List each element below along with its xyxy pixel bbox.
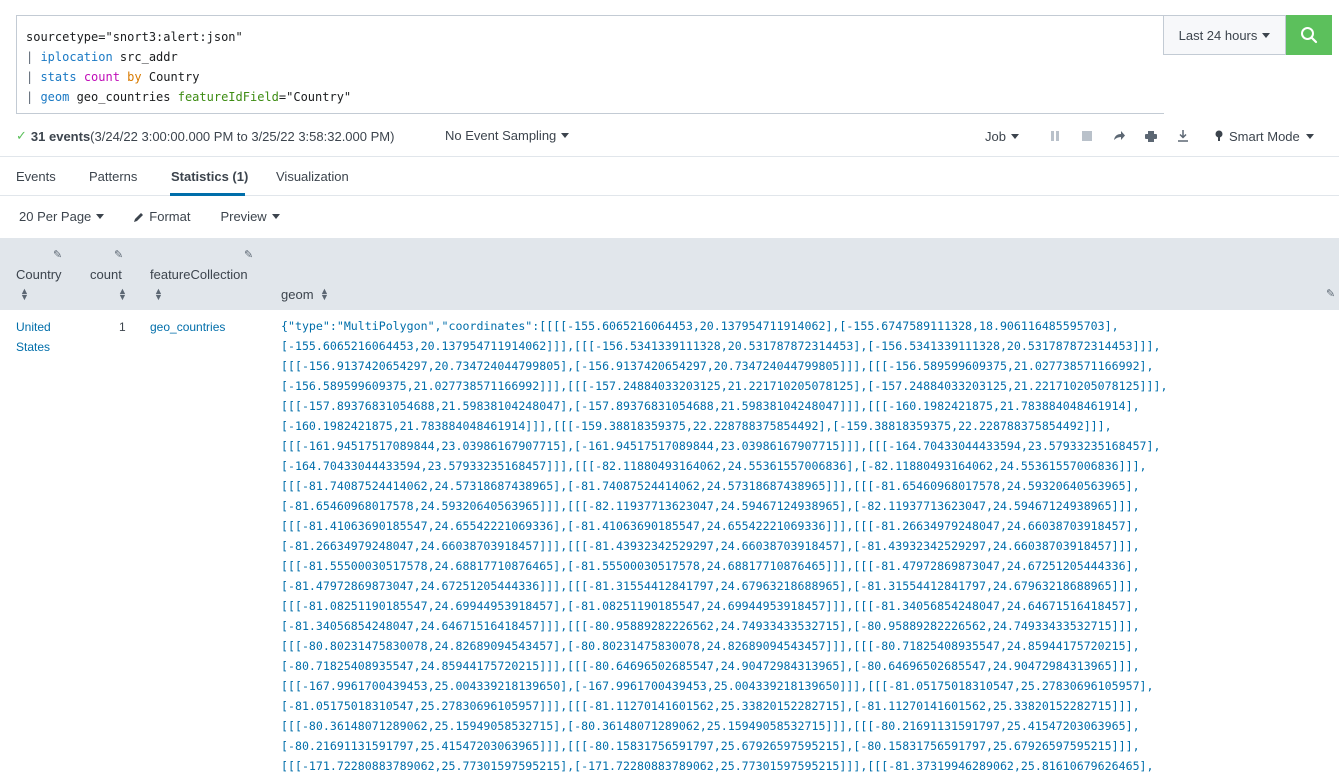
query-line: sourcetype="snort3:alert:json"	[26, 30, 243, 44]
time-span: (3/24/22 3:00:00.000 PM to 3/25/22 3:58:…	[90, 128, 395, 144]
search-query-text[interactable]: sourcetype="snort3:alert:json" | iplocati…	[26, 27, 351, 107]
geom-line: [[[-161.94517517089844,23.03986167907715…	[281, 439, 1161, 453]
share-icon[interactable]	[1107, 126, 1131, 146]
geom-line: [-156.589599609375,21.027738571166992]]]…	[281, 379, 1168, 393]
geom-line: [-80.71825408935547,24.85944175720215]]]…	[281, 659, 1140, 673]
check-icon: ✓	[16, 128, 27, 143]
chevron-down-icon	[271, 214, 280, 219]
geom-line: [-81.65460968017578,24.59320640563965]]]…	[281, 499, 1140, 513]
sort-icon[interactable]: ▲ ▼	[154, 287, 163, 302]
table-header: ✎ Country ▲ ▼ ✎ count ▲ ▼ ✎ featureCollect…	[0, 238, 1339, 310]
cell-geom[interactable]: {"type":"MultiPolygon","coordinates":[[[…	[281, 316, 1331, 776]
pencil-icon[interactable]: ✎	[114, 248, 123, 261]
geom-line: [-81.47972869873047,24.67251205444336]]]…	[281, 579, 1140, 593]
bulb-icon	[1215, 130, 1223, 141]
column-header-featurecollection[interactable]: featureCollection	[150, 267, 248, 282]
geom-line: [[[-80.36148071289062,25.15949058532715]…	[281, 719, 1140, 733]
geom-line: [[[-81.08251190185547,24.69944953918457]…	[281, 599, 1140, 613]
event-sampling-dropdown[interactable]: No Event Sampling	[445, 128, 570, 143]
per-page-dropdown[interactable]: 20 Per Page	[19, 209, 105, 224]
pencil-icon[interactable]: ✎	[244, 248, 253, 261]
geom-line: [-164.70433044433594,23.57933235168457]]…	[281, 459, 1147, 473]
search-icon	[1301, 27, 1318, 44]
geom-line: [-81.26634979248047,24.66038703918457]]]…	[281, 539, 1140, 553]
export-icon[interactable]	[1171, 126, 1195, 146]
column-header-geom[interactable]: geom	[281, 287, 314, 302]
tab-events[interactable]: Events	[16, 169, 56, 184]
geom-line: [-81.34056854248047,24.64671516418457]]]…	[281, 619, 1140, 633]
stop-icon[interactable]	[1075, 126, 1099, 146]
query-line: | stats count by Country	[26, 70, 200, 84]
event-count: 31 events	[30, 128, 91, 144]
geom-line: [[[-80.80231475830078,24.82689094543457]…	[281, 639, 1140, 653]
time-range-picker[interactable]: Last 24 hours	[1163, 15, 1286, 55]
cell-count: 1	[119, 320, 126, 334]
sort-icon[interactable]: ▲ ▼	[118, 287, 127, 302]
results-toolbar: 20 Per Page Format Preview	[19, 209, 310, 224]
geom-line: [[[-81.74087524414062,24.57318687438965]…	[281, 479, 1140, 493]
geom-line: [[[-167.9961700439453,25.004339218139650…	[281, 679, 1154, 693]
sort-icon[interactable]: ▲ ▼	[20, 287, 29, 302]
chevron-down-icon	[1305, 133, 1314, 139]
preview-label: Preview	[220, 209, 267, 224]
pencil-icon	[134, 212, 144, 222]
cell-country[interactable]: United States	[16, 317, 78, 357]
geom-line: [[[-157.89376831054688,21.59838104248047…	[281, 399, 1140, 413]
per-page-label: 20 Per Page	[19, 209, 92, 224]
event-sampling-label: No Event Sampling	[445, 128, 557, 143]
sort-icon[interactable]: ▲ ▼	[320, 287, 329, 302]
format-button[interactable]: Format	[134, 209, 190, 224]
search-button[interactable]	[1286, 15, 1332, 55]
geom-line: [[[-81.41063690185547,24.65542221069336]…	[281, 519, 1140, 533]
format-label: Format	[149, 209, 191, 224]
query-line: | iplocation src_addr	[26, 50, 178, 64]
geom-line: [[[-171.72280883789062,25.77301597595215…	[281, 759, 1154, 773]
search-query-editor[interactable]: sourcetype="snort3:alert:json" | iplocati…	[16, 15, 1164, 114]
chevron-down-icon	[1010, 133, 1019, 139]
column-header-count[interactable]: count	[90, 267, 122, 282]
geom-line: [-155.6065216064453,20.137954711914062]]…	[281, 339, 1161, 353]
cell-featurecollection[interactable]: geo_countries	[150, 317, 225, 337]
job-menu[interactable]: Job	[985, 129, 1019, 144]
preview-dropdown[interactable]: Preview	[220, 209, 280, 224]
search-mode-label: Smart Mode	[1228, 128, 1300, 144]
active-tab-indicator	[170, 193, 245, 196]
geom-line: [-80.21691131591797,25.41547203063965]]]…	[281, 739, 1140, 753]
chevron-down-icon	[96, 214, 105, 219]
job-controls: Job Smart Mode	[985, 126, 1314, 146]
chevron-down-icon	[1262, 32, 1271, 38]
geom-line: [[[-156.9137420654297,20.734724044799805…	[281, 359, 1154, 373]
job-status: ✓ 31 events (3/24/22 3:00:00.000 PM to 3…	[16, 128, 394, 144]
tab-statistics[interactable]: Statistics (1)	[171, 169, 248, 184]
results-tabs: Events Patterns Statistics (1) Visualiza…	[0, 156, 1339, 196]
print-icon[interactable]	[1139, 126, 1163, 146]
geom-line: [-81.05175018310547,25.27830696105957]]]…	[281, 699, 1140, 713]
geom-line: [-160.1982421875,21.783884048461914]]],[…	[281, 419, 1112, 433]
pause-icon[interactable]	[1043, 126, 1067, 146]
time-range-label: Last 24 hours	[1178, 27, 1258, 43]
tab-patterns[interactable]: Patterns	[89, 169, 137, 184]
query-line: | geom geo_countries featureIdField="Cou…	[26, 90, 352, 104]
job-label: Job	[985, 128, 1006, 144]
tab-visualization[interactable]: Visualization	[276, 169, 349, 184]
search-mode-dropdown[interactable]: Smart Mode	[1215, 129, 1314, 144]
geom-line: [[[-81.55500030517578,24.68817710876465]…	[281, 559, 1140, 573]
column-header-country[interactable]: Country	[16, 267, 62, 282]
chevron-down-icon	[561, 133, 570, 138]
pencil-icon[interactable]: ✎	[53, 248, 62, 261]
geom-line: {"type":"MultiPolygon","coordinates":[[[…	[281, 319, 1119, 333]
pencil-icon[interactable]: ✎	[1326, 287, 1335, 300]
